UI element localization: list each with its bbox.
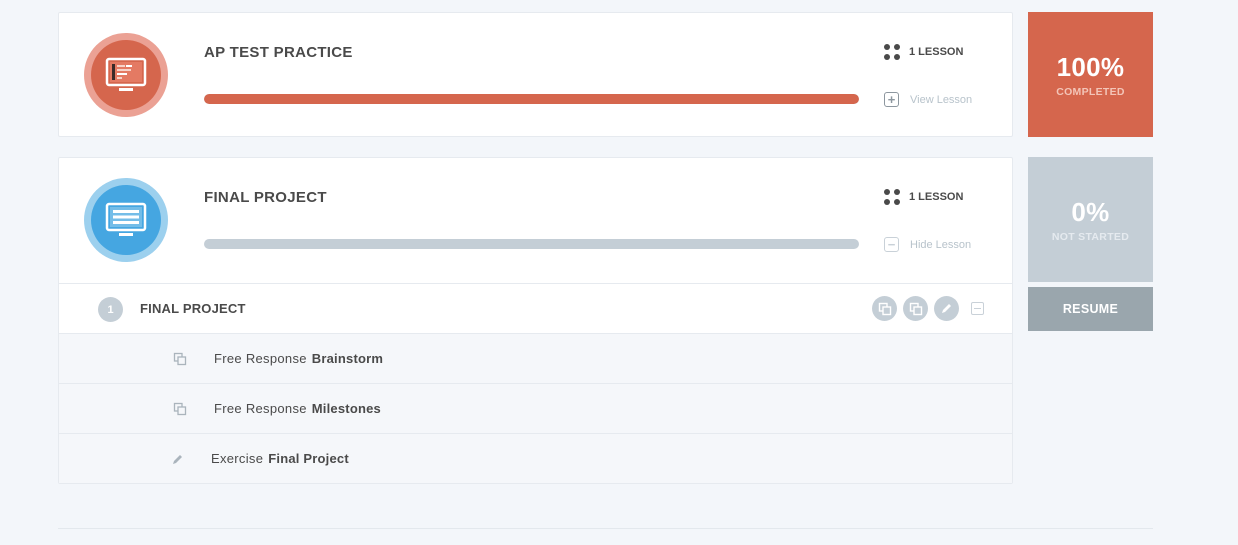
activity-label: Free Response Milestones [214,401,381,416]
hide-lesson-label: Hide Lesson [910,238,972,251]
monitor-list-icon [84,178,168,262]
unit-title: FINAL PROJECT [204,189,327,206]
hide-lesson-toggle[interactable]: − Hide Lesson [884,237,971,252]
lesson-title: FINAL PROJECT [140,301,246,316]
unit-title: AP TEST PRACTICE [204,44,353,61]
copy-icon[interactable] [872,296,897,321]
lesson-count-label: 1 LESSON [909,46,964,58]
lesson-count: 1 LESSON [884,189,963,205]
lesson-count-label: 1 LESSON [909,191,964,203]
expand-icon: + [884,92,899,107]
status-label: COMPLETED [1056,85,1125,98]
unit-status-completed: 100% COMPLETED [1028,12,1153,137]
copy-icon [172,401,188,417]
copy-icon [172,351,188,367]
course-page: AP TEST PRACTICE 1 LESSON + View Lesson … [0,0,1238,545]
activity-row[interactable]: Free Response Milestones [59,383,1012,433]
monitor-code-icon [84,33,168,117]
collapse-icon[interactable] [971,302,984,315]
lesson-row[interactable]: 1 FINAL PROJECT [59,283,1012,333]
view-lesson-toggle[interactable]: + View Lesson [884,92,972,107]
unit-card-final-project: FINAL PROJECT 1 LESSON − Hide Lesson 1 F… [58,157,1013,484]
divider [58,528,1153,529]
collapse-icon: − [884,237,899,252]
activity-row[interactable]: Exercise Final Project [59,433,1012,483]
activity-row[interactable]: Free Response Brainstorm [59,333,1012,383]
unit-status-not-started: 0% NOT STARTED [1028,157,1153,282]
activity-name: Final Project [268,451,349,466]
status-percent: 100% [1056,51,1125,82]
status-label: NOT STARTED [1051,230,1130,243]
lessons-grid-icon [884,44,900,60]
activity-label: Free Response Brainstorm [214,351,383,366]
unit-progress-bar [204,94,859,104]
activity-type: Free Response [214,401,307,416]
unit-header: AP TEST PRACTICE 1 LESSON + View Lesson [59,13,1012,138]
activity-label: Exercise Final Project [211,451,349,466]
unit-card-ap-test-practice: AP TEST PRACTICE 1 LESSON + View Lesson [58,12,1013,137]
pencil-icon[interactable] [934,296,959,321]
activity-name: Brainstorm [311,351,384,366]
unit-progress-fill [204,94,859,104]
lessons-grid-icon [884,189,900,205]
activity-name: Milestones [311,401,381,416]
activity-type: Exercise [211,451,264,466]
lesson-actions [872,296,984,321]
unit-header: FINAL PROJECT 1 LESSON − Hide Lesson [59,158,1012,283]
unit-progress-bar [204,239,859,249]
pencil-icon [169,451,185,467]
status-percent: 0% [1071,196,1110,227]
activity-type: Free Response [214,351,307,366]
lesson-number-badge: 1 [98,297,123,322]
copy-icon[interactable] [903,296,928,321]
view-lesson-label: View Lesson [910,93,973,106]
resume-button[interactable]: RESUME [1028,287,1153,331]
lesson-count: 1 LESSON [884,44,963,60]
